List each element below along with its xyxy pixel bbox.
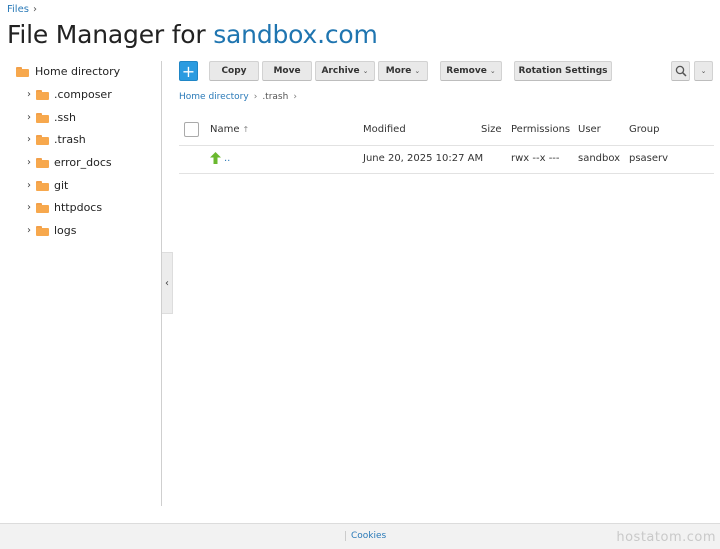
- chevron-down-icon: ⌄: [700, 67, 707, 75]
- chevron-left-icon: ‹: [165, 277, 169, 289]
- tree-item-httpdocs[interactable]: › httpdocs: [24, 201, 102, 214]
- breadcrumb-home-link[interactable]: Home directory: [179, 92, 249, 102]
- folder-icon: [36, 180, 49, 191]
- chevron-down-icon: ⌄: [414, 67, 421, 75]
- collapse-sidebar-button[interactable]: ‹: [162, 252, 173, 314]
- up-arrow-icon: [210, 152, 221, 164]
- chevron-right-icon[interactable]: ›: [24, 202, 34, 213]
- tree-item-label: logs: [54, 224, 77, 237]
- footer: Cookies hostatom.com: [0, 523, 720, 549]
- tree-item-label: .trash: [54, 133, 86, 146]
- tree-item-ssh[interactable]: › .ssh: [24, 111, 76, 124]
- chevron-right-icon[interactable]: ›: [24, 89, 34, 100]
- top-breadcrumb: Files ›: [7, 4, 37, 15]
- page-title-prefix: File Manager for: [7, 20, 214, 49]
- column-permissions-header[interactable]: Permissions: [511, 124, 570, 135]
- chevron-right-icon[interactable]: ›: [24, 180, 34, 191]
- folder-icon: [36, 225, 49, 236]
- copy-button[interactable]: Copy: [209, 61, 259, 81]
- row-user: sandbox: [578, 153, 621, 164]
- watermark: hostatom.com: [616, 530, 716, 545]
- parent-directory-link[interactable]: ..: [224, 153, 230, 164]
- tree-item-composer[interactable]: › .composer: [24, 88, 112, 101]
- column-size-header[interactable]: Size: [481, 124, 502, 135]
- sort-arrow-icon: ↑: [242, 125, 250, 134]
- page-title: File Manager for sandbox.com: [7, 20, 378, 49]
- tree-item-git[interactable]: › git: [24, 179, 68, 192]
- table-header: Name ↑ Modified Size Permissions User Gro…: [179, 118, 714, 146]
- file-manager-page: Files › File Manager for sandbox.com Hom…: [0, 0, 720, 549]
- tree-item-home-directory[interactable]: Home directory: [16, 65, 120, 78]
- folder-icon: [36, 112, 49, 123]
- breadcrumb-separator: ›: [253, 92, 258, 102]
- more-button-label: More: [385, 66, 412, 76]
- plus-icon: +: [181, 61, 196, 81]
- chevron-right-icon[interactable]: ›: [24, 134, 34, 145]
- chevron-right-icon[interactable]: ›: [24, 112, 34, 123]
- search-icon: [675, 65, 687, 77]
- column-user-header[interactable]: User: [578, 124, 601, 135]
- path-breadcrumb: Home directory › .trash ›: [179, 92, 297, 102]
- breadcrumb-current[interactable]: .trash: [262, 92, 288, 102]
- tree-item-label: error_docs: [54, 156, 112, 169]
- chevron-right-icon[interactable]: ›: [24, 157, 34, 168]
- archive-button-label: Archive: [321, 66, 360, 76]
- column-name-label: Name: [210, 124, 240, 135]
- tree-item-error-docs[interactable]: › error_docs: [24, 156, 112, 169]
- breadcrumb-separator: ›: [293, 92, 297, 102]
- move-button-label: Move: [273, 66, 301, 76]
- more-button[interactable]: More ⌄: [378, 61, 428, 81]
- move-button[interactable]: Move: [262, 61, 312, 81]
- archive-button[interactable]: Archive ⌄: [315, 61, 375, 81]
- tree-item-label: httpdocs: [54, 201, 103, 214]
- search-button[interactable]: [671, 61, 690, 81]
- folder-icon: [36, 202, 49, 213]
- page-title-domain[interactable]: sandbox.com: [213, 20, 378, 49]
- tree-item-trash[interactable]: › .trash: [24, 133, 86, 146]
- column-name-header[interactable]: Name ↑: [210, 124, 249, 135]
- row-permissions: rwx --x ---: [511, 153, 560, 164]
- chevron-down-icon: ⌄: [362, 67, 369, 75]
- remove-button[interactable]: Remove ⌄: [440, 61, 502, 81]
- breadcrumb-separator: ›: [32, 4, 37, 15]
- cookies-link[interactable]: Cookies: [345, 531, 386, 541]
- folder-icon: [16, 66, 29, 77]
- tree-item-label: .composer: [54, 88, 112, 101]
- row-modified: June 20, 2025 10:27 AM: [363, 153, 484, 164]
- search-options-button[interactable]: ⌄: [694, 61, 713, 81]
- tree-item-label: Home directory: [35, 65, 121, 78]
- column-group-header[interactable]: Group: [629, 124, 659, 135]
- folder-icon: [36, 89, 49, 100]
- folder-icon: [36, 134, 49, 145]
- chevron-right-icon[interactable]: ›: [24, 225, 34, 236]
- tree-item-logs[interactable]: › logs: [24, 224, 77, 237]
- add-button[interactable]: +: [179, 61, 198, 81]
- table-row[interactable]: .. June 20, 2025 10:27 AM rwx --x --- sa…: [179, 146, 714, 174]
- rotation-settings-label: Rotation Settings: [518, 66, 608, 76]
- rotation-settings-button[interactable]: Rotation Settings: [514, 61, 612, 81]
- select-all-checkbox[interactable]: [184, 122, 199, 137]
- copy-button-label: Copy: [221, 66, 247, 76]
- chevron-down-icon: ⌄: [489, 67, 496, 75]
- row-group: psaserv: [629, 153, 669, 164]
- tree-item-label: .ssh: [54, 111, 76, 124]
- folder-icon: [36, 157, 49, 168]
- tree-item-label: git: [54, 179, 69, 192]
- remove-button-label: Remove: [446, 66, 487, 76]
- column-modified-header[interactable]: Modified: [363, 124, 406, 135]
- breadcrumb-files-link[interactable]: Files: [7, 4, 29, 15]
